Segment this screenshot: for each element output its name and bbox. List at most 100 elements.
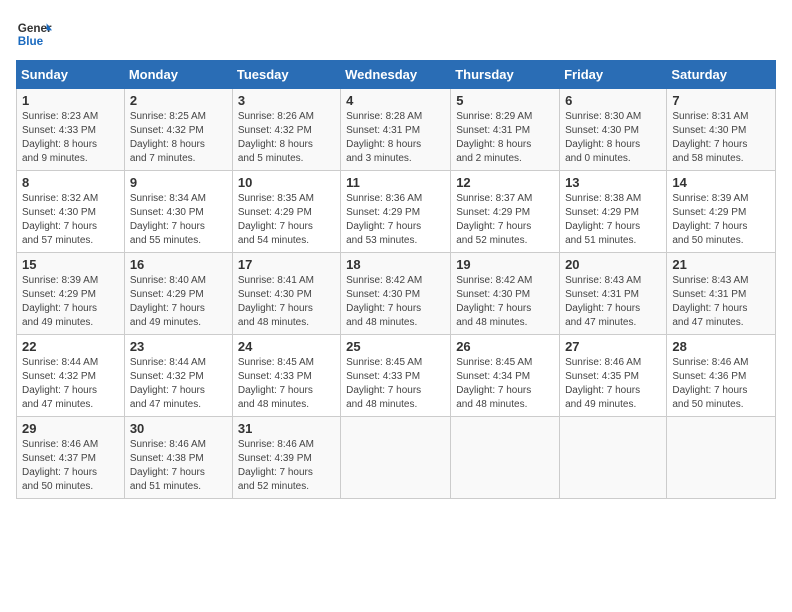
calendar-cell: 8 Sunrise: 8:32 AM Sunset: 4:30 PM Daylig… xyxy=(17,171,125,253)
day-number: 11 xyxy=(346,175,445,190)
calendar-cell: 14 Sunrise: 8:39 AM Sunset: 4:29 PM Dayli… xyxy=(667,171,776,253)
day-number: 23 xyxy=(130,339,227,354)
calendar-cell: 28 Sunrise: 8:46 AM Sunset: 4:36 PM Dayli… xyxy=(667,335,776,417)
day-info: Sunrise: 8:42 AM Sunset: 4:30 PM Dayligh… xyxy=(346,274,445,330)
day-info: Sunrise: 8:26 AM Sunset: 4:32 PM Dayligh… xyxy=(238,110,335,166)
day-info: Sunrise: 8:36 AM Sunset: 4:29 PM Dayligh… xyxy=(346,192,445,248)
day-info: Sunrise: 8:46 AM Sunset: 4:38 PM Dayligh… xyxy=(130,438,227,494)
calendar-cell: 27 Sunrise: 8:46 AM Sunset: 4:35 PM Dayli… xyxy=(560,335,667,417)
calendar-col-header: Saturday xyxy=(667,61,776,89)
calendar-cell: 4 Sunrise: 8:28 AM Sunset: 4:31 PM Daylig… xyxy=(341,89,451,171)
calendar-col-header: Wednesday xyxy=(341,61,451,89)
calendar-cell: 2 Sunrise: 8:25 AM Sunset: 4:32 PM Daylig… xyxy=(124,89,232,171)
day-number: 12 xyxy=(456,175,554,190)
day-number: 14 xyxy=(672,175,770,190)
day-number: 30 xyxy=(130,421,227,436)
calendar-cell: 22 Sunrise: 8:44 AM Sunset: 4:32 PM Dayli… xyxy=(17,335,125,417)
day-info: Sunrise: 8:46 AM Sunset: 4:36 PM Dayligh… xyxy=(672,356,770,412)
day-info: Sunrise: 8:28 AM Sunset: 4:31 PM Dayligh… xyxy=(346,110,445,166)
day-info: Sunrise: 8:43 AM Sunset: 4:31 PM Dayligh… xyxy=(672,274,770,330)
calendar-cell: 23 Sunrise: 8:44 AM Sunset: 4:32 PM Dayli… xyxy=(124,335,232,417)
day-info: Sunrise: 8:29 AM Sunset: 4:31 PM Dayligh… xyxy=(456,110,554,166)
calendar-week-row: 22 Sunrise: 8:44 AM Sunset: 4:32 PM Dayli… xyxy=(17,335,776,417)
day-info: Sunrise: 8:42 AM Sunset: 4:30 PM Dayligh… xyxy=(456,274,554,330)
calendar-col-header: Tuesday xyxy=(232,61,340,89)
calendar-cell: 6 Sunrise: 8:30 AM Sunset: 4:30 PM Daylig… xyxy=(560,89,667,171)
calendar-cell: 5 Sunrise: 8:29 AM Sunset: 4:31 PM Daylig… xyxy=(451,89,560,171)
day-info: Sunrise: 8:32 AM Sunset: 4:30 PM Dayligh… xyxy=(22,192,119,248)
day-number: 1 xyxy=(22,93,119,108)
calendar-cell: 9 Sunrise: 8:34 AM Sunset: 4:30 PM Daylig… xyxy=(124,171,232,253)
day-number: 9 xyxy=(130,175,227,190)
day-info: Sunrise: 8:37 AM Sunset: 4:29 PM Dayligh… xyxy=(456,192,554,248)
calendar-cell: 25 Sunrise: 8:45 AM Sunset: 4:33 PM Dayli… xyxy=(341,335,451,417)
day-info: Sunrise: 8:44 AM Sunset: 4:32 PM Dayligh… xyxy=(22,356,119,412)
day-info: Sunrise: 8:25 AM Sunset: 4:32 PM Dayligh… xyxy=(130,110,227,166)
calendar-cell: 16Sunrise: 8:40 AM Sunset: 4:29 PM Dayli… xyxy=(124,253,232,335)
day-info: Sunrise: 8:34 AM Sunset: 4:30 PM Dayligh… xyxy=(130,192,227,248)
calendar-body: 1 Sunrise: 8:23 AM Sunset: 4:33 PM Daylig… xyxy=(17,89,776,499)
day-number: 10 xyxy=(238,175,335,190)
day-number: 24 xyxy=(238,339,335,354)
calendar-cell: 30 Sunrise: 8:46 AM Sunset: 4:38 PM Dayli… xyxy=(124,417,232,499)
calendar-header-row: SundayMondayTuesdayWednesdayThursdayFrid… xyxy=(17,61,776,89)
day-info: Sunrise: 8:31 AM Sunset: 4:30 PM Dayligh… xyxy=(672,110,770,166)
day-number: 2 xyxy=(130,93,227,108)
calendar-col-header: Sunday xyxy=(17,61,125,89)
calendar-col-header: Thursday xyxy=(451,61,560,89)
day-info: Sunrise: 8:41 AM Sunset: 4:30 PM Dayligh… xyxy=(238,274,335,330)
day-number: 15 xyxy=(22,257,119,272)
day-number: 27 xyxy=(565,339,661,354)
day-number: 5 xyxy=(456,93,554,108)
day-info: Sunrise: 8:39 AM Sunset: 4:29 PM Dayligh… xyxy=(672,192,770,248)
day-info: Sunrise: 8:46 AM Sunset: 4:37 PM Dayligh… xyxy=(22,438,119,494)
calendar-cell: 26 Sunrise: 8:45 AM Sunset: 4:34 PM Dayli… xyxy=(451,335,560,417)
calendar-cell: 31 Sunrise: 8:46 AM Sunset: 4:39 PM Dayli… xyxy=(232,417,340,499)
day-number: 28 xyxy=(672,339,770,354)
day-info: Sunrise: 8:43 AM Sunset: 4:31 PM Dayligh… xyxy=(565,274,661,330)
calendar-week-row: 29 Sunrise: 8:46 AM Sunset: 4:37 PM Dayli… xyxy=(17,417,776,499)
day-info: Sunrise: 8:30 AM Sunset: 4:30 PM Dayligh… xyxy=(565,110,661,166)
day-number: 6 xyxy=(565,93,661,108)
calendar-cell: 11 Sunrise: 8:36 AM Sunset: 4:29 PM Dayli… xyxy=(341,171,451,253)
calendar-cell: 18Sunrise: 8:42 AM Sunset: 4:30 PM Dayli… xyxy=(341,253,451,335)
calendar-col-header: Friday xyxy=(560,61,667,89)
calendar-week-row: 8 Sunrise: 8:32 AM Sunset: 4:30 PM Daylig… xyxy=(17,171,776,253)
day-number: 7 xyxy=(672,93,770,108)
calendar-col-header: Monday xyxy=(124,61,232,89)
calendar-cell: 20 Sunrise: 8:43 AM Sunset: 4:31 PM Dayli… xyxy=(560,253,667,335)
day-number: 4 xyxy=(346,93,445,108)
calendar-cell: 17 Sunrise: 8:41 AM Sunset: 4:30 PM Dayli… xyxy=(232,253,340,335)
calendar-table: SundayMondayTuesdayWednesdayThursdayFrid… xyxy=(16,60,776,499)
day-info: Sunrise: 8:44 AM Sunset: 4:32 PM Dayligh… xyxy=(130,356,227,412)
day-number: 20 xyxy=(565,257,661,272)
day-number: 22 xyxy=(22,339,119,354)
day-info: Sunrise: 8:35 AM Sunset: 4:29 PM Dayligh… xyxy=(238,192,335,248)
day-info: Sunrise: 8:45 AM Sunset: 4:33 PM Dayligh… xyxy=(346,356,445,412)
day-number: 13 xyxy=(565,175,661,190)
day-number: 17 xyxy=(238,257,335,272)
day-number: 29 xyxy=(22,421,119,436)
day-number: 25 xyxy=(346,339,445,354)
day-number: 31 xyxy=(238,421,335,436)
calendar-cell: 29 Sunrise: 8:46 AM Sunset: 4:37 PM Dayli… xyxy=(17,417,125,499)
logo-icon: General Blue xyxy=(16,16,52,52)
calendar-cell xyxy=(341,417,451,499)
day-info: Sunrise: 8:46 AM Sunset: 4:35 PM Dayligh… xyxy=(565,356,661,412)
day-info: Sunrise: 8:39 AM Sunset: 4:29 PM Dayligh… xyxy=(22,274,119,330)
calendar-cell: 24 Sunrise: 8:45 AM Sunset: 4:33 PM Dayli… xyxy=(232,335,340,417)
day-info: Sunrise: 8:45 AM Sunset: 4:33 PM Dayligh… xyxy=(238,356,335,412)
day-number: 26 xyxy=(456,339,554,354)
calendar-cell: 1 Sunrise: 8:23 AM Sunset: 4:33 PM Daylig… xyxy=(17,89,125,171)
day-info: Sunrise: 8:46 AM Sunset: 4:39 PM Dayligh… xyxy=(238,438,335,494)
calendar-week-row: 15 Sunrise: 8:39 AM Sunset: 4:29 PM Dayli… xyxy=(17,253,776,335)
calendar-cell: 10 Sunrise: 8:35 AM Sunset: 4:29 PM Dayli… xyxy=(232,171,340,253)
svg-text:Blue: Blue xyxy=(18,35,44,48)
calendar-week-row: 1 Sunrise: 8:23 AM Sunset: 4:33 PM Daylig… xyxy=(17,89,776,171)
calendar-cell xyxy=(667,417,776,499)
day-info: Sunrise: 8:23 AM Sunset: 4:33 PM Dayligh… xyxy=(22,110,119,166)
day-info: Sunrise: 8:45 AM Sunset: 4:34 PM Dayligh… xyxy=(456,356,554,412)
day-number: 3 xyxy=(238,93,335,108)
day-number: 8 xyxy=(22,175,119,190)
page-header: General Blue xyxy=(16,16,776,52)
